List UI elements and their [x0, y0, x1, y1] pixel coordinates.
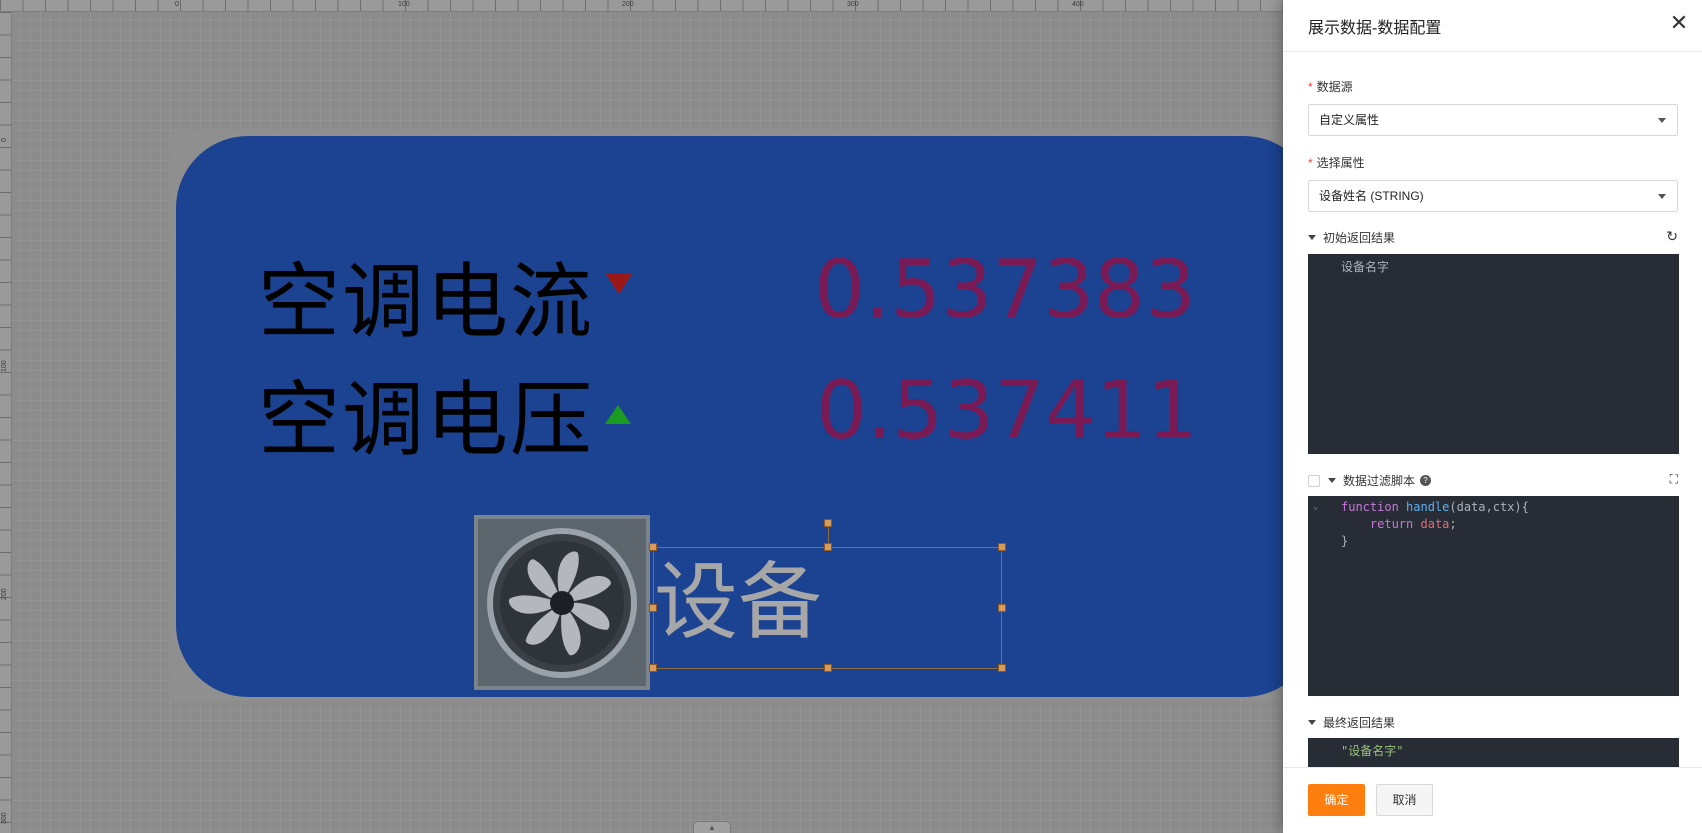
ruler-top-label: 100: [398, 1, 410, 8]
property-label: * 选择属性: [1308, 154, 1365, 171]
initial-result-viewer[interactable]: 设备名字: [1308, 254, 1679, 454]
ruler-top-label: 400: [1072, 1, 1084, 8]
resize-handle-t[interactable]: [824, 543, 832, 551]
code-variable: data: [1420, 517, 1450, 531]
data-source-value: 自定义属性: [1319, 113, 1380, 127]
final-result-header[interactable]: 最终返回结果: [1308, 714, 1678, 730]
question-icon[interactable]: ?: [1420, 475, 1432, 487]
fold-icon[interactable]: ⌄: [1313, 502, 1318, 512]
collapse-caret-icon[interactable]: [1308, 235, 1316, 241]
ruler-top-label: 200: [622, 1, 634, 8]
ruler-top-label: 0: [175, 1, 179, 8]
data-source-select[interactable]: 自定义属性: [1308, 104, 1678, 136]
drawer-footer: 确定 取消: [1283, 767, 1702, 833]
data-config-drawer: 展示数据-数据配置 ✕ * 数据源 自定义属性 * 选择属性 设备姓名 (STRIN…: [1283, 0, 1702, 833]
resize-handle-b[interactable]: [824, 664, 832, 672]
resize-handle-tr[interactable]: [998, 543, 1006, 551]
initial-result-title: 初始返回结果: [1323, 231, 1396, 245]
required-mark: *: [1308, 80, 1313, 94]
bottom-panel-toggle[interactable]: ▲: [693, 821, 731, 833]
ruler-top: 0 100 200 300 400: [0, 0, 1283, 12]
selection-box[interactable]: [653, 547, 1002, 669]
resize-handle-l[interactable]: [649, 604, 657, 612]
ruler-left-label: 100: [1, 360, 8, 372]
property-value: 设备姓名 (STRING): [1319, 189, 1424, 203]
current-value[interactable]: 0.537383: [814, 250, 1196, 330]
trend-down-icon: [606, 274, 632, 294]
resize-handle-bl[interactable]: [649, 664, 657, 672]
confirm-button[interactable]: 确定: [1308, 784, 1365, 816]
resize-handle-br[interactable]: [998, 664, 1006, 672]
property-label-text: 选择属性: [1316, 156, 1365, 170]
initial-result-content: 设备名字: [1341, 260, 1390, 274]
chevron-down-icon: [1658, 194, 1666, 199]
collapse-caret-icon[interactable]: [1328, 478, 1336, 484]
filter-script-title: 数据过滤脚本: [1343, 474, 1416, 488]
fan-icon[interactable]: [474, 515, 650, 690]
fullscreen-icon[interactable]: ⛶: [1670, 472, 1678, 487]
cancel-button[interactable]: 取消: [1376, 784, 1433, 816]
code-keyword: function: [1341, 500, 1399, 514]
voltage-value[interactable]: 0.537411: [816, 371, 1198, 451]
property-select[interactable]: 设备姓名 (STRING): [1308, 180, 1678, 212]
trend-up-icon: [605, 405, 631, 424]
code-line-1: function handle(data,ctx){: [1341, 500, 1529, 514]
resize-handle-r[interactable]: [998, 604, 1006, 612]
design-canvas[interactable]: 0 100 200 300 400 0 100 200 300 空调电流 0.5…: [0, 0, 1283, 833]
ruler-left-label: 200: [1, 588, 8, 600]
code-params: (data,ctx){: [1449, 500, 1529, 514]
code-function-name: handle: [1406, 500, 1450, 514]
enable-filter-checkbox[interactable]: [1308, 474, 1320, 487]
final-result-title: 最终返回结果: [1323, 716, 1396, 730]
data-source-label: * 数据源: [1308, 78, 1353, 95]
ruler-top-label: 300: [847, 1, 859, 8]
voltage-label[interactable]: 空调电压: [258, 380, 594, 462]
final-result-viewer[interactable]: "设备名字": [1308, 738, 1679, 767]
data-source-label-text: 数据源: [1316, 80, 1353, 94]
filter-script-editor[interactable]: ⌄ function handle(data,ctx){ return data…: [1308, 496, 1679, 696]
ruler-left-label: 300: [1, 812, 8, 824]
code-keyword: return: [1369, 517, 1414, 531]
close-icon[interactable]: ✕: [1666, 10, 1692, 36]
drawer-body: * 数据源 自定义属性 * 选择属性 设备姓名 (STRING) 初始返回结果 ↻ …: [1283, 52, 1702, 767]
required-mark: *: [1308, 156, 1313, 170]
initial-result-header[interactable]: 初始返回结果 ↻: [1308, 228, 1678, 245]
ruler-left-label: 0: [1, 138, 8, 142]
code-punct: ;: [1449, 517, 1457, 531]
ruler-left: 0 100 200 300: [0, 12, 12, 833]
drawer-header: 展示数据-数据配置 ✕: [1283, 0, 1702, 52]
code-punct: }: [1341, 534, 1349, 548]
resize-handle-tl[interactable]: [649, 543, 657, 551]
filter-script-header: 数据过滤脚本? ⛶: [1308, 472, 1678, 488]
code-line-2: return data;: [1341, 517, 1457, 531]
refresh-icon[interactable]: ↻: [1666, 228, 1678, 245]
chevron-down-icon: [1658, 118, 1666, 123]
collapse-caret-icon[interactable]: [1308, 720, 1316, 726]
final-result-content: "设备名字": [1341, 744, 1404, 758]
current-label[interactable]: 空调电流: [258, 262, 594, 344]
code-line-3: }: [1341, 534, 1348, 548]
rotate-handle[interactable]: [824, 519, 832, 527]
drawer-title: 展示数据-数据配置: [1308, 20, 1442, 37]
